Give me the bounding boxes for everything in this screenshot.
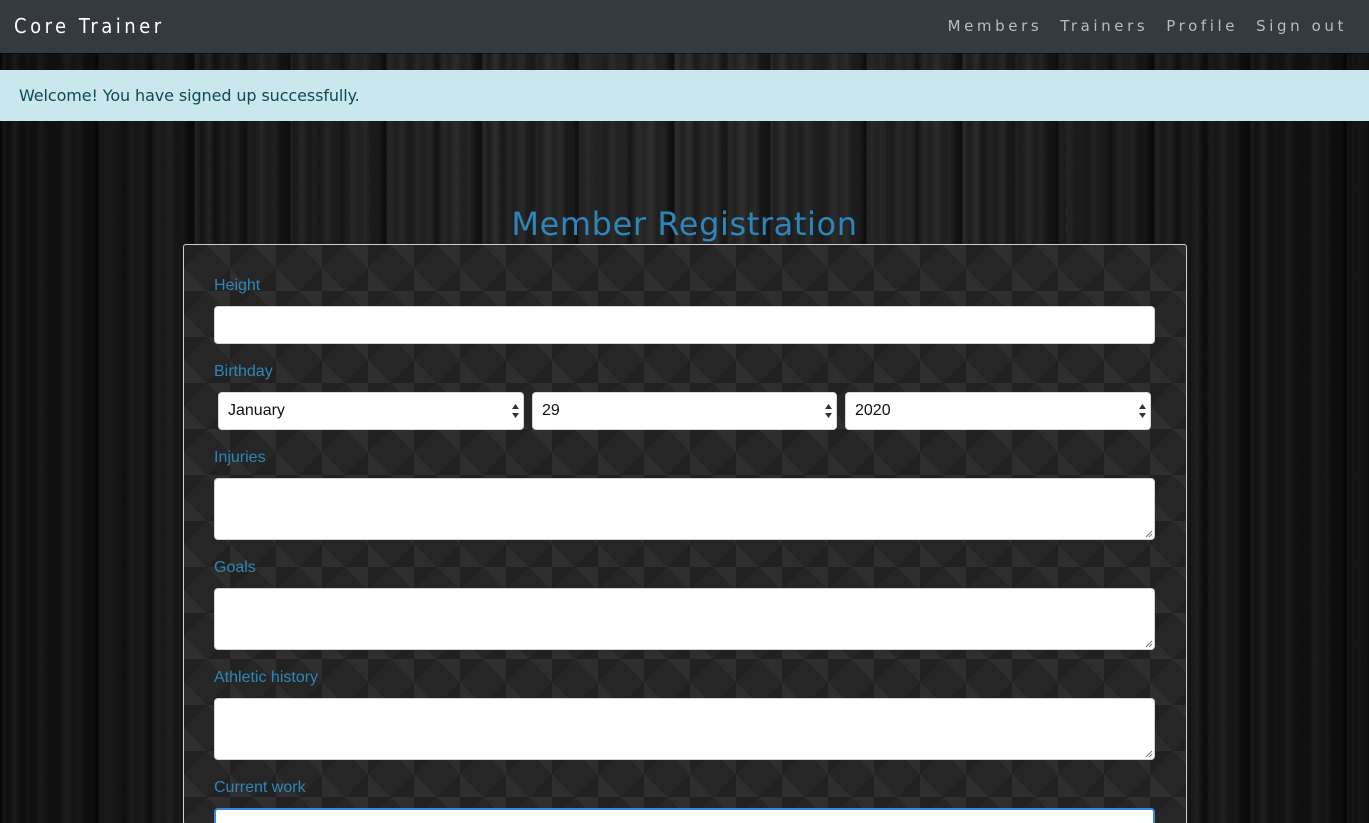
nav-link-profile[interactable]: Profile — [1166, 16, 1238, 36]
current-work-input[interactable] — [214, 808, 1155, 823]
select-arrows-icon — [512, 404, 519, 418]
athletic-history-textarea-wrapper — [214, 698, 1155, 760]
athletic-history-textarea[interactable] — [214, 698, 1155, 760]
select-arrows-icon — [1139, 404, 1146, 418]
birthday-month-value: January — [228, 402, 285, 419]
birthday-year-value: 2020 — [855, 402, 891, 419]
page-title: Member Registration — [511, 205, 858, 243]
alert-message: Welcome! You have signed up successfully… — [19, 86, 360, 105]
goals-textarea[interactable] — [214, 588, 1155, 650]
current-work-label: Current work — [214, 779, 306, 796]
success-alert: Welcome! You have signed up successfully… — [0, 70, 1369, 121]
goals-label: Goals — [214, 559, 256, 576]
injuries-textarea-wrapper — [214, 478, 1155, 540]
birthday-label: Birthday — [214, 363, 273, 380]
nav-link-sign-out[interactable]: Sign out — [1256, 16, 1347, 36]
birthday-month-select[interactable]: January — [218, 392, 524, 430]
select-arrows-icon — [825, 404, 832, 418]
top-navbar: Core Trainer Members Trainers Profile Si… — [0, 0, 1369, 53]
birthday-day-value: 29 — [542, 402, 560, 419]
goals-textarea-wrapper — [214, 588, 1155, 650]
athletic-history-label: Athletic history — [214, 669, 319, 686]
birthday-day-select[interactable]: 29 — [532, 392, 837, 430]
nav-link-members[interactable]: Members — [948, 16, 1043, 36]
height-input[interactable] — [214, 306, 1155, 344]
injuries-label: Injuries — [214, 449, 266, 466]
height-label: Height — [214, 277, 261, 294]
injuries-textarea[interactable] — [214, 478, 1155, 540]
birthday-year-select[interactable]: 2020 — [845, 392, 1151, 430]
nav-link-trainers[interactable]: Trainers — [1060, 16, 1148, 36]
brand-logo-link[interactable]: Core Trainer — [14, 13, 165, 39]
nav-links: Members Trainers Profile Sign out — [948, 16, 1347, 36]
